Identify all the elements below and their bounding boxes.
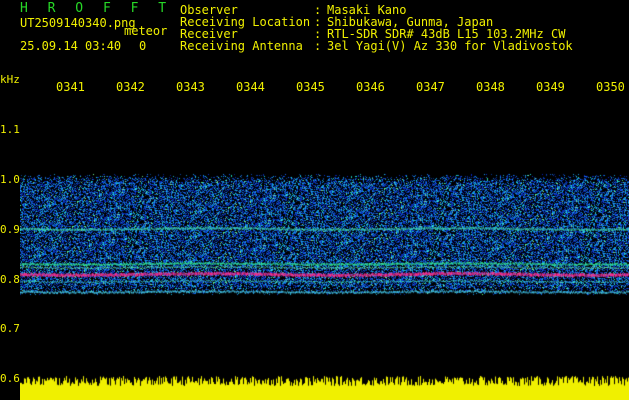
x-tick-0342: 0342 bbox=[116, 80, 145, 94]
x-tick-0348: 0348 bbox=[476, 80, 505, 94]
antenna-value: 3el Yagi(V) Az 330 for Vladivostok bbox=[327, 39, 573, 53]
y-axis-unit: kHz bbox=[0, 73, 20, 86]
file-name: UT2509140340.png bbox=[20, 16, 136, 30]
antenna-colon: : bbox=[314, 39, 322, 53]
x-tick-0350: 0350 bbox=[596, 80, 625, 94]
x-tick-0346: 0346 bbox=[356, 80, 385, 94]
observation-datetime: 25.09.14 03:40 bbox=[20, 39, 122, 53]
y-tick-0-8: 0.8 bbox=[0, 273, 20, 286]
x-tick-0349: 0349 bbox=[536, 80, 565, 94]
meteor-tag: meteor bbox=[124, 24, 168, 38]
y-tick-0-6: 0.6 bbox=[0, 372, 20, 385]
meteor-count: 0 bbox=[139, 39, 147, 53]
waterfall-spectrogram bbox=[20, 95, 629, 400]
spectrogram-panel bbox=[20, 95, 629, 400]
y-tick-0-7: 0.7 bbox=[0, 322, 20, 335]
x-tick-0344: 0344 bbox=[236, 80, 265, 94]
y-tick-1-0: 1.0 bbox=[0, 173, 20, 186]
x-tick-0343: 0343 bbox=[176, 80, 205, 94]
y-tick-1-1: 1.1 bbox=[0, 123, 20, 136]
x-tick-0341: 0341 bbox=[56, 80, 85, 94]
x-tick-0345: 0345 bbox=[296, 80, 325, 94]
antenna-label: Receiving Antenna bbox=[180, 39, 303, 53]
app-title: H R O F F T bbox=[20, 1, 173, 16]
x-tick-0347: 0347 bbox=[416, 80, 445, 94]
y-tick-0-9: 0.9 bbox=[0, 223, 20, 236]
